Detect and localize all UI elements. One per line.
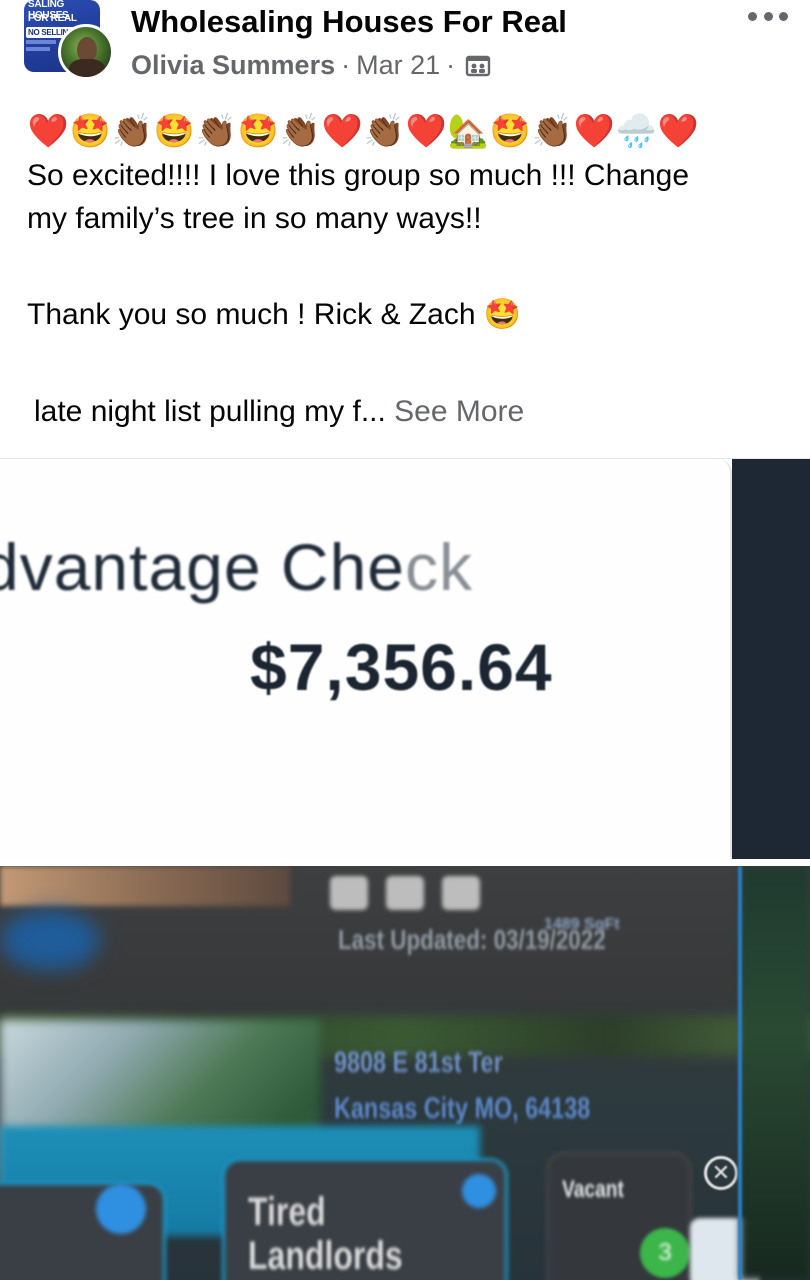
info-icon xyxy=(96,1184,146,1234)
more-options-icon[interactable] xyxy=(748,6,788,26)
post-image-property-listing[interactable]: 1489 SqFt Last Updated: 03/19/2022 9808 … xyxy=(0,866,810,1280)
sqft-icon xyxy=(442,876,480,910)
photo-blur xyxy=(0,910,100,970)
emoji: ❤️ xyxy=(405,111,447,150)
bed-icon xyxy=(330,876,368,910)
post-date-link[interactable]: Mar 21 xyxy=(356,50,440,81)
check-title: dvantage Check xyxy=(0,529,473,605)
post-meta: Olivia Summers · Mar 21 · xyxy=(131,50,491,81)
post-image-check[interactable]: dvantage Check $7,356.64 xyxy=(0,458,810,859)
tile-label: Vacant xyxy=(562,1176,624,1203)
count-badge: 3 xyxy=(640,1228,690,1278)
emoji: 👏🏾 xyxy=(363,111,405,150)
avatar-body xyxy=(69,59,105,77)
emoji: 👏🏾 xyxy=(195,111,237,150)
emoji: 🤩 xyxy=(237,111,279,150)
emoji: 🌧️ xyxy=(615,111,657,150)
decoration xyxy=(26,40,56,44)
tile-label: Landlords xyxy=(248,1234,403,1278)
emoji: 🤩 xyxy=(153,111,195,150)
post-text-preview: late night list pulling my f... See More xyxy=(34,391,524,433)
property-icons xyxy=(330,876,480,910)
emoji: 👏🏾 xyxy=(279,111,321,150)
post-text-line: late night list pulling my f... xyxy=(34,395,386,428)
last-updated-text: Last Updated: 03/19/2022 xyxy=(338,924,606,955)
image-edge xyxy=(732,459,810,859)
post-text-line: So excited!!!! I love this group so much… xyxy=(27,159,690,192)
more-dot xyxy=(748,11,757,21)
more-dot xyxy=(763,11,773,21)
see-more-link[interactable]: See More xyxy=(394,395,524,428)
post-header: SALING HOUSES FOR REAL NO SELLING Wholes… xyxy=(0,0,810,110)
close-icon: ✕ xyxy=(704,1156,738,1190)
emoji: ❤️ xyxy=(27,111,69,150)
photo-glare xyxy=(0,866,290,906)
decoration xyxy=(26,47,50,51)
group-privacy-icon xyxy=(465,55,491,76)
check-amount: $7,356.64 xyxy=(250,630,553,704)
emoji: 👏🏾 xyxy=(111,111,153,150)
bath-icon xyxy=(386,876,424,910)
author-avatar[interactable] xyxy=(58,24,114,80)
photo-edge-line xyxy=(738,866,742,1280)
info-icon xyxy=(462,1174,496,1208)
separator: · xyxy=(446,50,456,80)
emoji: 🤩 xyxy=(69,111,111,150)
author-name-link[interactable]: Olivia Summers xyxy=(131,50,335,81)
emoji: ❤️ xyxy=(573,111,615,150)
group-name-link[interactable]: Wholesaling Houses For Real xyxy=(131,4,567,40)
emoji: ❤️ xyxy=(321,111,363,150)
emoji-row: ❤️ 🤩 👏🏾 🤩 👏🏾 🤩 👏🏾 ❤️ 👏🏾 ❤️ 🏡 🤩 👏🏾 ❤️ 🌧️ … xyxy=(27,110,699,152)
more-dot xyxy=(779,11,788,21)
emoji: ❤️ xyxy=(657,111,699,150)
photo-edge xyxy=(740,866,810,1280)
emoji: 🤩 xyxy=(489,111,531,150)
address-line: 9808 E 81st Ter xyxy=(334,1046,503,1079)
group-avatar-text: FOR REAL xyxy=(28,13,77,24)
tile-label: Tired xyxy=(248,1190,326,1234)
separator: · xyxy=(341,50,351,80)
check-title-text: dvantage Che xyxy=(0,530,405,604)
emoji: 🏡 xyxy=(447,111,489,150)
address-line: Kansas City MO, 64138 xyxy=(334,1092,591,1125)
post-text-line: Thank you so much ! Rick & Zach 🤩 xyxy=(27,298,522,331)
check-card: dvantage Check $7,356.64 xyxy=(0,459,732,859)
check-title-faded: ck xyxy=(405,530,473,604)
emoji: 👏🏾 xyxy=(531,111,573,150)
post-text-line: my family’s tree in so many ways!! xyxy=(27,202,482,235)
